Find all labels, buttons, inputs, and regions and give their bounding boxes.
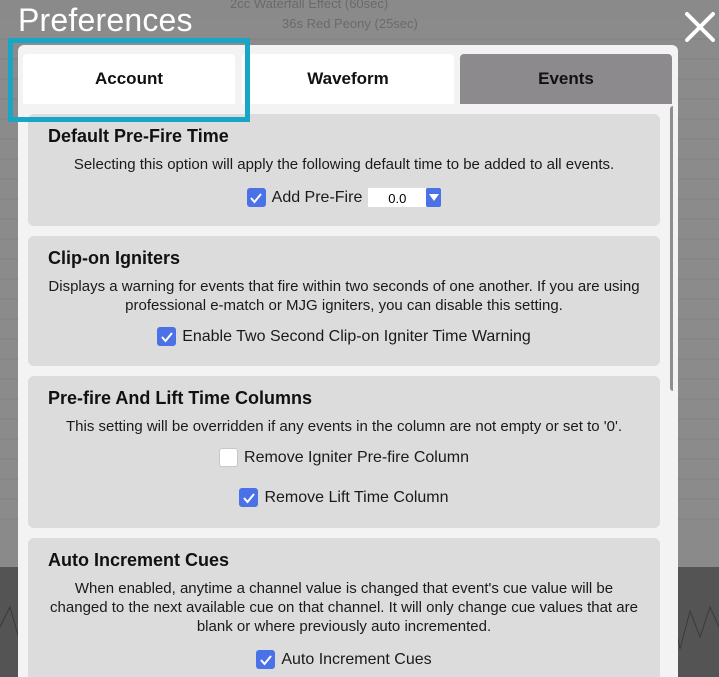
section-description: This setting will be overridden if any e… bbox=[65, 418, 622, 435]
add-prefire-label: Add Pre-Fire bbox=[271, 188, 363, 206]
section-description: Selecting this option will apply the fol… bbox=[73, 156, 615, 173]
checkmark-icon bbox=[243, 492, 255, 504]
dialog-title: Preferences bbox=[18, 2, 193, 38]
clipon-warning-checkbox[interactable] bbox=[157, 327, 177, 346]
tab-account[interactable]: Account bbox=[23, 54, 235, 104]
background-row-text: 2cc Waterfall Effect (60sec) bbox=[230, 0, 389, 11]
auto-increment-row: Auto Increment Cues bbox=[28, 650, 660, 669]
checkmark-icon bbox=[250, 192, 262, 204]
scrollbar[interactable] bbox=[670, 106, 673, 391]
section-title: Auto Increment Cues bbox=[48, 550, 230, 570]
prefire-time-input[interactable] bbox=[368, 188, 427, 207]
preferences-dialog: Account Waveform Events Default Pre-Fire… bbox=[18, 45, 678, 677]
section-description: When enabled, anytime a channel value is… bbox=[50, 580, 638, 635]
clipon-warning-label: Enable Two Second Clip-on Igniter Time W… bbox=[182, 327, 531, 345]
prefire-option-row: Add Pre-Fire bbox=[28, 188, 660, 207]
section-default-prefire: Default Pre-Fire Time Selecting this opt… bbox=[28, 114, 660, 226]
preferences-content: Default Pre-Fire Time Selecting this opt… bbox=[23, 104, 673, 677]
add-prefire-checkbox[interactable] bbox=[246, 188, 266, 207]
checkmark-icon bbox=[260, 654, 272, 666]
remove-prefire-column-label: Remove Igniter Pre-fire Column bbox=[244, 448, 469, 466]
section-clipon-igniters: Clip-on Igniters Displays a warning for … bbox=[28, 236, 660, 366]
background-row-text: 36s Red Peony (25sec) bbox=[282, 16, 418, 31]
section-title: Pre-fire And Lift Time Columns bbox=[48, 388, 313, 408]
remove-lift-column-row: Remove Lift Time Column bbox=[28, 488, 660, 507]
section-title: Default Pre-Fire Time bbox=[48, 126, 229, 146]
tab-bar: Account Waveform Events bbox=[23, 54, 673, 104]
close-icon bbox=[685, 12, 715, 42]
clipon-option-row: Enable Two Second Clip-on Igniter Time W… bbox=[28, 327, 660, 346]
remove-lift-column-label: Remove Lift Time Column bbox=[264, 488, 449, 506]
prefire-time-dropdown[interactable] bbox=[426, 188, 442, 207]
remove-prefire-column-row: Remove Igniter Pre-fire Column bbox=[28, 448, 660, 467]
close-button[interactable] bbox=[682, 8, 718, 46]
auto-increment-label: Auto Increment Cues bbox=[281, 650, 432, 668]
checkmark-icon bbox=[160, 331, 173, 343]
tab-events[interactable]: Events bbox=[460, 54, 672, 104]
section-title: Clip-on Igniters bbox=[48, 248, 180, 268]
tab-waveform[interactable]: Waveform bbox=[242, 54, 454, 104]
auto-increment-checkbox[interactable] bbox=[256, 650, 276, 669]
section-auto-increment-cues: Auto Increment Cues When enabled, anytim… bbox=[28, 538, 660, 677]
chevron-down-icon bbox=[428, 194, 439, 201]
section-description: Displays a warning for events that fire … bbox=[48, 278, 640, 314]
remove-prefire-column-checkbox[interactable] bbox=[219, 448, 239, 467]
section-prefire-lift-columns: Pre-fire And Lift Time Columns This sett… bbox=[28, 376, 660, 528]
remove-lift-column-checkbox[interactable] bbox=[239, 488, 259, 507]
